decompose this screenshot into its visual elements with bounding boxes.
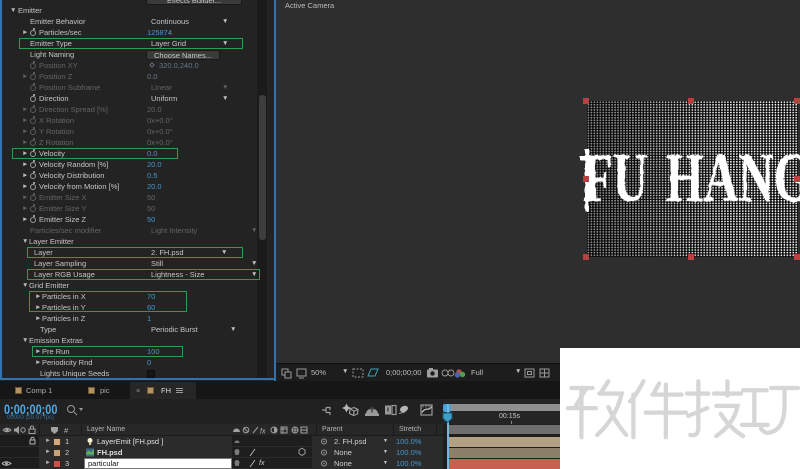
svg-text:fx: fx	[260, 429, 266, 436]
svg-text:#: #	[64, 426, 69, 435]
